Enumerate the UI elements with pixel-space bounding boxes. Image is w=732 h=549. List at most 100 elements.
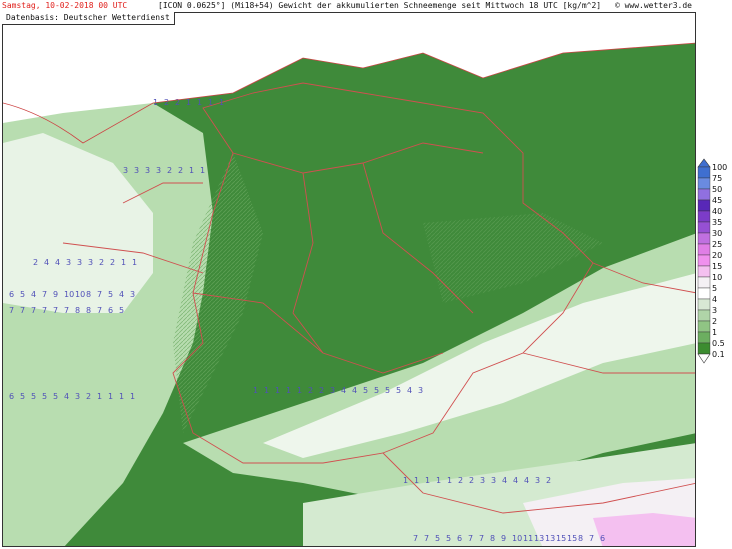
grid-value: 2 [308,386,313,395]
grid-value: 1 [132,258,137,267]
legend-swatch [697,320,711,333]
snow-map: 1 2 2 1 1 1 1 3 3 3 3 2 2 1 1 2 4 4 3 3 3 2 2 1 1 6 5 4 7 9 10 10 8 7 5 4 3 7… [2,12,696,547]
snow-map-canvas: 1 2 2 1 1 1 13 3 3 3 2 2 1 12 4 4 3 3 3 2 2 1 16 5 4 7 9 10 10 8 7 5 4 37… [3,13,695,546]
legend-colorbar [697,158,711,364]
grid-value: 7 [64,306,69,315]
grid-value: 4 [341,386,346,395]
grid-value: 4 [352,386,357,395]
legend-swatch [697,221,711,234]
grid-value: 5 [20,392,25,401]
legend-label: 40 [712,206,723,216]
legend-label: 0.1 [712,349,725,359]
legend-label: 10 [712,272,723,282]
legend-swatch [697,254,711,267]
grid-value: 7 [42,306,47,315]
grid-value: 5 [363,386,368,395]
grid-value: 7 [31,306,36,315]
grid-value: 1 [189,166,194,175]
grid-value: 5 [396,386,401,395]
grid-value: 5 [385,386,390,395]
grid-value: 5 [435,534,440,543]
grid-value: 7 [424,534,429,543]
grid-value: 2 [469,476,474,485]
grid-value: 5 [20,290,25,299]
legend-swatch [697,243,711,256]
legend-swatch [697,298,711,311]
run-info: Samstag, 10-02-2018 00 UTC [2,1,128,10]
grid-value: 1 [275,386,280,395]
grid-value: 3 [75,392,80,401]
grid-value: 7 [413,534,418,543]
grid-value: 9 [53,290,58,299]
grid-value: 4 [407,386,412,395]
grid-value: 1 [108,392,113,401]
grid-value: 3 [66,258,71,267]
grid-value: 2 [458,476,463,485]
legend-arrow-top [697,158,711,168]
grid-value: 1 [297,386,302,395]
grid-value: 2 [319,386,324,395]
grid-value: 4 [119,290,124,299]
grid-value: 3 [88,258,93,267]
legend-label: 5 [712,283,718,293]
grid-value: 10 [64,290,74,299]
grid-value: 5 [53,392,58,401]
grid-value: 3 [77,258,82,267]
grid-value: 1 [425,476,430,485]
grid-value: 4 [55,258,60,267]
grid-value: 13 [545,534,555,543]
grid-value: 5 [446,534,451,543]
grid-value: 3 [418,386,423,395]
legend-swatch [697,232,711,245]
legend-label: 4 [712,294,718,304]
grid-value: 1 [130,392,135,401]
grid-value: 3 [123,166,128,175]
grid-value: 6 [108,306,113,315]
grid-value: 5 [42,392,47,401]
grid-value: 1 [264,386,269,395]
grid-value: 3 [134,166,139,175]
grid-value: 1 [121,258,126,267]
grid-value: 1 [208,98,213,107]
grid-value: 9 [501,534,506,543]
legend-label: 1 [712,327,718,337]
grid-value: 1 [403,476,408,485]
legend-swatch [697,188,711,201]
grid-value: 7 [53,306,58,315]
grid-value: 6 [457,534,462,543]
grid-value: 1 [97,392,102,401]
grid-value: 7 [97,306,102,315]
grid-value: 5 [108,290,113,299]
grid-value: 1 [200,166,205,175]
legend-swatch [697,276,711,289]
grid-value: 4 [31,290,36,299]
map-header: Samstag, 10-02-2018 00 UTC [ICON 0.0625°… [0,0,732,12]
grid-value: 5 [119,306,124,315]
legend-label: 25 [712,239,723,249]
grid-value: 2 [167,166,172,175]
grid-value: 1 [186,98,191,107]
grid-value: 2 [110,258,115,267]
legend-swatch [697,177,711,190]
legend-label: 50 [712,184,723,194]
legend-label: 15 [712,261,723,271]
grid-value: 7 [20,306,25,315]
grid-value: 2 [164,98,169,107]
grid-value: 6 [600,534,605,543]
grid-value: 3 [330,386,335,395]
grid-value: 4 [64,392,69,401]
grid-value: 1 [253,386,258,395]
grid-value: 15 [567,534,577,543]
grid-value: 4 [502,476,507,485]
snow-pink [593,513,695,546]
legend-label: 0.5 [712,338,725,348]
grid-value: 2 [178,166,183,175]
legend-label: 20 [712,250,723,260]
legend-arrow-bottom [697,353,711,364]
grid-value: 1 [219,98,224,107]
grid-value: 3 [156,166,161,175]
grid-value: 5 [31,392,36,401]
grid-value: 7 [42,290,47,299]
legend-label: 30 [712,228,723,238]
grid-value: 1 [447,476,452,485]
